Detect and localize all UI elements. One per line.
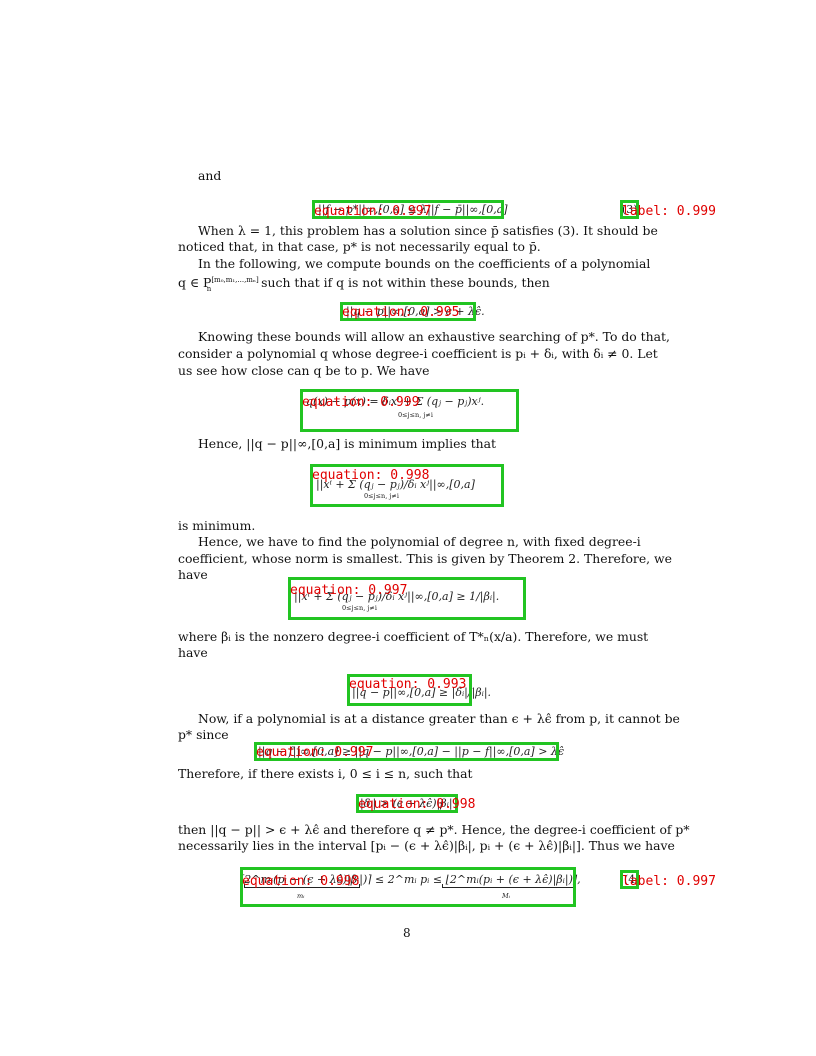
paragraph-1-line-1: When λ = 1, this problem has a solution …: [198, 223, 658, 238]
detection-tag: equation: 0.997: [314, 204, 432, 219]
detection-tag: equation: 0.998: [358, 797, 476, 812]
paragraph-3-line-3: us see how close can q be to p. We have: [178, 363, 430, 378]
paragraph-3-line-1: Knowing these bounds will allow an exhau…: [198, 329, 670, 344]
paragraph-5-line-1: is minimum.: [178, 518, 256, 533]
detection-tag: equation: 0.997: [290, 583, 408, 598]
paragraph-4-line-1: Hence, ||q − p||∞,[0,a] is minimum impli…: [198, 436, 497, 451]
paragraph-6-line-2: coefficient, whose norm is smallest. Thi…: [178, 551, 672, 566]
detection-tag: label: 0.997: [622, 874, 716, 889]
page-number: 8: [403, 926, 411, 940]
detection-tag: equation: 0.999: [302, 395, 420, 410]
paragraph-10-line-1: then ||q − p|| > ϵ + λϵ̂ and therefore q…: [178, 822, 690, 837]
paragraph-6-line-1: Hence, we have to find the polynomial of…: [198, 534, 641, 549]
detection-tag: equation: 0.998: [242, 874, 360, 889]
paragraph-7-line-1: where βᵢ is the nonzero degree-i coeffic…: [178, 629, 649, 644]
set-subscript: n: [206, 284, 212, 293]
paragraph-2-line-1: In the following, we compute bounds on t…: [198, 256, 651, 271]
paragraph-8-line-2: p* since: [178, 727, 229, 742]
paragraph-8-line-1: Now, if a polynomial is at a distance gr…: [198, 711, 680, 726]
paragraph-2-line-2: q ∈ P[m₀,m₁,...,mₙ]n such that if q is n…: [178, 272, 550, 298]
paragraph-3-line-2: consider a polynomial q whose degree-i c…: [178, 346, 658, 361]
detection-tag: equation: 0.993: [349, 677, 467, 692]
set-sentence-rest: such that if q is not within these bound…: [261, 275, 550, 291]
set-superscript: [m₀,m₁,...,mₙ]: [211, 276, 259, 284]
paragraph-and: and: [198, 168, 222, 183]
paragraph-6-line-3: have: [178, 567, 208, 582]
detection-tag: equation: 0.995: [342, 305, 460, 320]
paragraph-7-line-2: have: [178, 645, 208, 660]
detection-tag: label: 0.999: [622, 204, 716, 219]
paragraph-9-line-1: Therefore, if there exists i, 0 ≤ i ≤ n,…: [178, 766, 473, 781]
detection-tag: equation: 0.997: [256, 745, 374, 760]
paragraph-1-line-2: noticed that, in that case, p* is not ne…: [178, 239, 541, 254]
paragraph-10-line-2: necessarily lies in the interval [pᵢ − (…: [178, 838, 675, 853]
detection-tag: equation: 0.998: [312, 468, 430, 483]
